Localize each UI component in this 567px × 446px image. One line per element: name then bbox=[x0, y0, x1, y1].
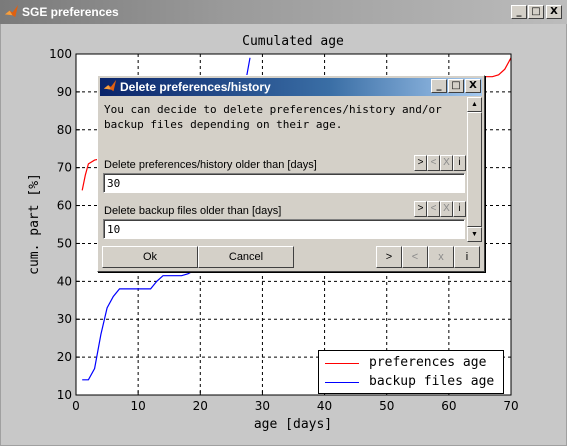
minimize-button[interactable]: _ bbox=[511, 5, 527, 19]
x-tick-label: 30 bbox=[255, 399, 270, 413]
y-tick-label: 90 bbox=[57, 85, 72, 99]
dialog-title: Delete preferences/history bbox=[120, 80, 271, 94]
x-tick-label: 50 bbox=[379, 399, 394, 413]
nav-next-button[interactable]: > bbox=[376, 246, 402, 268]
legend-label: backup files age bbox=[369, 374, 495, 389]
backup-age-label: Delete backup files older than [days] bbox=[104, 205, 282, 217]
cancel-button[interactable]: Cancel bbox=[198, 246, 294, 268]
dialog-close-button[interactable]: X bbox=[465, 79, 481, 93]
y-tick-label: 70 bbox=[57, 161, 72, 175]
y-tick-label: 60 bbox=[57, 199, 72, 213]
legend-swatch-blue bbox=[325, 382, 359, 383]
scroll-thumb[interactable] bbox=[467, 112, 482, 227]
backup-prev-button[interactable]: < bbox=[427, 201, 440, 217]
legend-swatch-red bbox=[325, 363, 359, 364]
x-tick-label: 20 bbox=[193, 399, 208, 413]
y-axis-label: cum. part [%] bbox=[27, 173, 42, 275]
dialog-scrollbar[interactable]: ▲ ▼ bbox=[467, 97, 482, 242]
pref-info-button[interactable]: i bbox=[453, 155, 466, 171]
y-tick-label: 50 bbox=[57, 236, 72, 250]
dialog-description: You can decide to delete preferences/his… bbox=[104, 103, 442, 131]
legend[interactable]: preferences age backup files age bbox=[318, 350, 504, 394]
backup-clear-button[interactable]: X bbox=[440, 201, 453, 217]
y-tick-label: 40 bbox=[57, 274, 72, 288]
maximize-button[interactable]: □ bbox=[528, 5, 544, 19]
pref-history-age-label: Delete preferences/history older than [d… bbox=[104, 159, 317, 171]
ok-button[interactable]: Ok bbox=[102, 246, 198, 268]
nav-close-button[interactable]: x bbox=[428, 246, 454, 268]
y-tick-label: 100 bbox=[49, 47, 72, 61]
nav-info-button[interactable]: i bbox=[454, 246, 480, 268]
legend-label: preferences age bbox=[369, 355, 487, 370]
chart-title: Cumulated age bbox=[242, 34, 344, 49]
x-tick-label: 60 bbox=[441, 399, 456, 413]
x-tick-label: 40 bbox=[317, 399, 332, 413]
scroll-up-icon[interactable]: ▲ bbox=[467, 97, 482, 112]
x-tick-label: 10 bbox=[131, 399, 146, 413]
y-tick-label: 10 bbox=[57, 388, 72, 402]
legend-item-backup: backup files age bbox=[319, 373, 503, 391]
matlab-icon bbox=[103, 79, 117, 92]
delete-preferences-dialog: Delete preferences/history _ □ X You can… bbox=[97, 75, 485, 272]
dialog-titlebar: Delete preferences/history _ □ X bbox=[100, 78, 482, 96]
pref-clear-button[interactable]: X bbox=[440, 155, 453, 171]
pref-history-age-input[interactable]: 30 bbox=[103, 173, 465, 193]
dialog-maximize-button[interactable]: □ bbox=[448, 79, 464, 93]
x-axis-label: age [days] bbox=[254, 417, 332, 432]
dialog-minimize-button[interactable]: _ bbox=[431, 79, 447, 93]
outer-window-title: SGE preferences bbox=[22, 5, 119, 19]
close-button[interactable]: X bbox=[546, 5, 562, 19]
y-tick-label: 80 bbox=[57, 123, 72, 137]
x-tick-label: 70 bbox=[503, 399, 518, 413]
backup-info-button[interactable]: i bbox=[453, 201, 466, 217]
dialog-content: You can decide to delete preferences/his… bbox=[100, 97, 466, 242]
y-tick-label: 20 bbox=[57, 350, 72, 364]
backup-age-input[interactable]: 10 bbox=[103, 219, 465, 239]
pref-prev-button[interactable]: < bbox=[427, 155, 440, 171]
backup-next-button[interactable]: > bbox=[414, 201, 427, 217]
legend-item-preferences: preferences age bbox=[319, 354, 503, 372]
outer-window-titlebar: SGE preferences _ □ X bbox=[0, 0, 567, 24]
nav-prev-button[interactable]: < bbox=[402, 246, 428, 268]
matlab-icon bbox=[4, 4, 19, 18]
x-tick-label: 0 bbox=[72, 399, 80, 413]
y-tick-label: 30 bbox=[57, 312, 72, 326]
pref-next-button[interactable]: > bbox=[414, 155, 427, 171]
scroll-down-icon[interactable]: ▼ bbox=[467, 227, 482, 242]
